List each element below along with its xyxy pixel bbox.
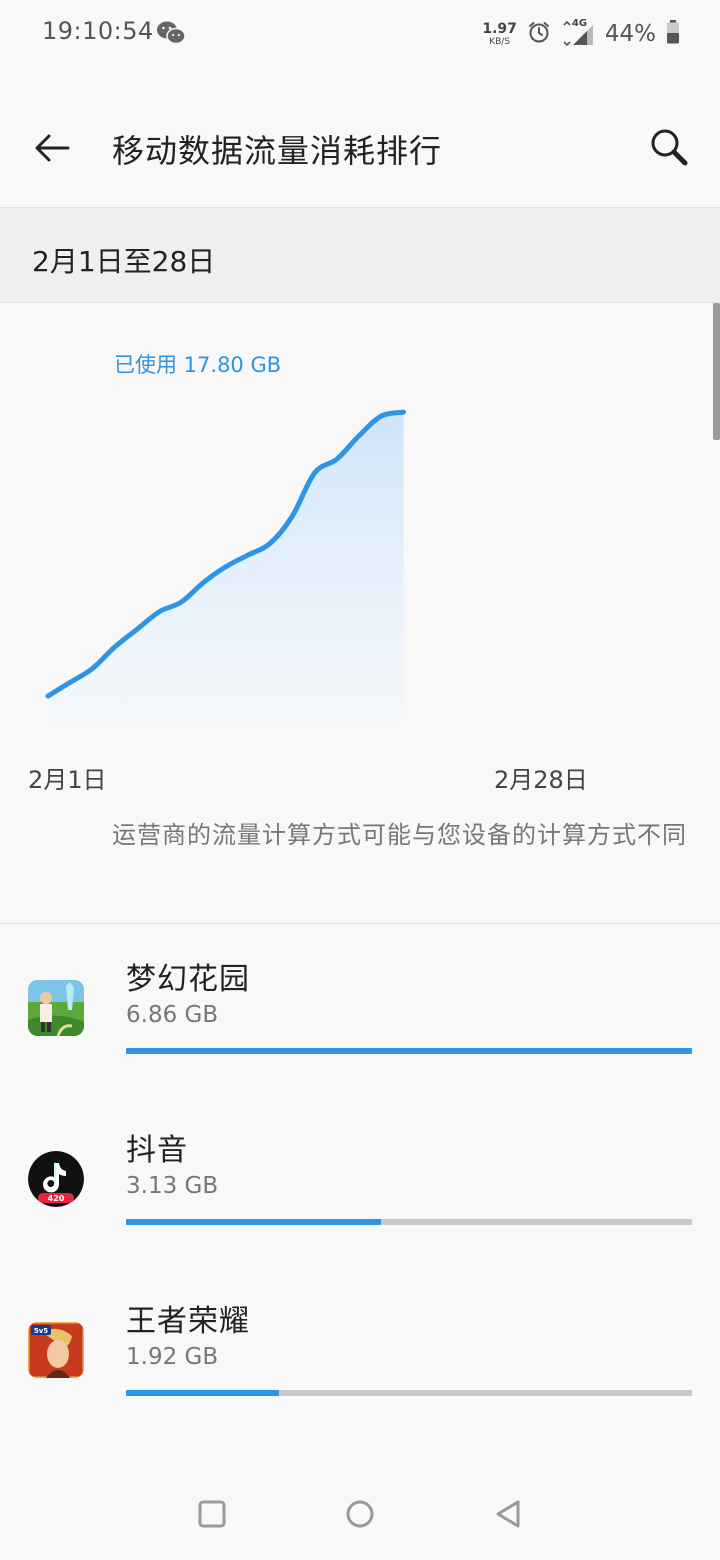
circle-icon [346, 1500, 374, 1528]
recents-button[interactable] [190, 1492, 234, 1536]
app-usage: 1.92 GB [126, 1344, 219, 1370]
signal-4g-icon: 4G [561, 18, 595, 47]
home-button[interactable] [338, 1492, 382, 1536]
alarm-icon [527, 20, 551, 48]
usage-progress-bar [126, 1048, 692, 1054]
back-nav-button[interactable] [486, 1492, 530, 1536]
usage-progress-bar [126, 1390, 692, 1396]
usage-chart: 已使用 17.80 GB 2月1日 2月28日 [0, 304, 720, 804]
divider [0, 923, 720, 924]
app-name: 梦幻花园 [126, 962, 250, 997]
gardenscapes-icon [28, 980, 84, 1036]
douyin-icon: 420 [28, 1151, 84, 1207]
wechat-notification-icon [156, 19, 186, 47]
date-range-header[interactable]: 2月1日至28日 [0, 207, 720, 303]
app-list-item[interactable]: 5v5 王者荣耀 1.92 GB [0, 1282, 720, 1442]
square-icon [198, 1500, 226, 1528]
search-button[interactable] [644, 122, 696, 174]
carrier-note: 运营商的流量计算方式可能与您设备的计算方式不同 [112, 821, 687, 849]
date-range-label: 2月1日至28日 [32, 245, 216, 278]
usage-progress-fill [126, 1219, 381, 1225]
usage-progress-fill [126, 1390, 279, 1396]
chart-x-start-label: 2月1日 [28, 766, 107, 794]
svg-text:420: 420 [48, 1194, 65, 1203]
navigation-bar [0, 1470, 720, 1560]
page-title: 移动数据流量消耗排行 [112, 132, 443, 170]
app-list-item[interactable]: 420 抖音 3.13 GB [0, 1111, 720, 1271]
toolbar: 移动数据流量消耗排行 [0, 86, 720, 206]
usage-progress-fill [126, 1048, 692, 1054]
status-time: 19:10:54 [42, 17, 154, 45]
back-arrow-icon [35, 134, 70, 162]
back-button[interactable] [28, 124, 76, 172]
network-speed: 1.97 KB/S [482, 20, 517, 47]
honor-of-kings-icon: 5v5 [28, 1322, 84, 1378]
battery-icon [666, 20, 680, 48]
usage-progress-bar [126, 1219, 692, 1225]
svg-text:5v5: 5v5 [34, 1327, 48, 1335]
app-list-item[interactable]: 梦幻花园 6.86 GB [0, 940, 720, 1100]
battery-percent: 44% [604, 21, 656, 47]
chart-x-end-label: 2月28日 [494, 766, 588, 794]
app-name: 抖音 [126, 1133, 188, 1168]
app-usage: 6.86 GB [126, 1002, 219, 1028]
app-name: 王者荣耀 [126, 1304, 250, 1339]
total-usage-label: 已使用 17.80 GB [114, 353, 282, 377]
app-usage: 3.13 GB [126, 1173, 219, 1199]
search-icon [651, 129, 688, 166]
status-bar: 19:10:54 1.97 KB/S 4G 44% [0, 0, 720, 66]
triangle-back-icon [496, 1500, 520, 1528]
network-type-label: 4G [571, 18, 588, 29]
usage-chart-svg [45, 409, 407, 724]
